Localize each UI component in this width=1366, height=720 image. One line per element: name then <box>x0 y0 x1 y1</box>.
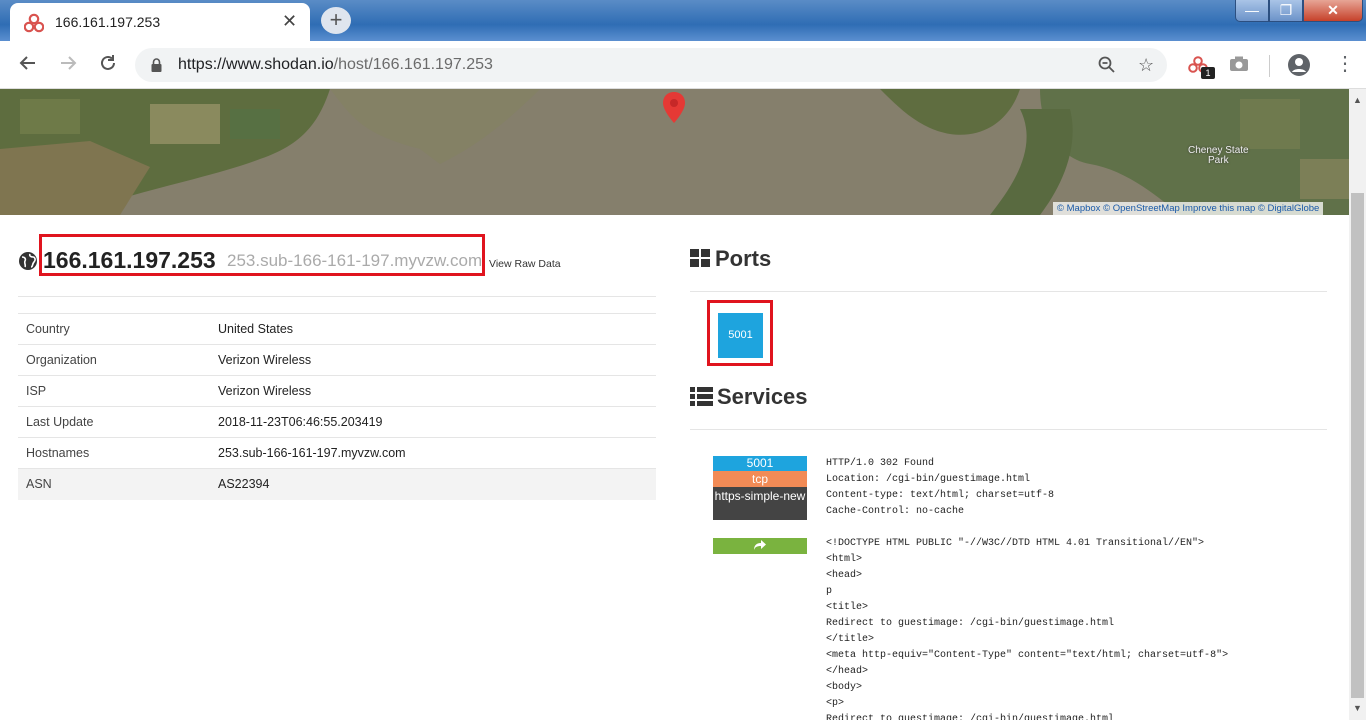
tab-title: 166.161.197.253 <box>55 14 161 30</box>
shodan-extension-icon[interactable]: 1 <box>1188 55 1215 79</box>
bookmark-star-icon[interactable]: ☆ <box>1138 56 1156 74</box>
share-arrow-icon <box>754 540 766 550</box>
window-close-button[interactable]: ✕ <box>1303 0 1363 22</box>
service-module-badge: https-simple-new <box>713 487 807 520</box>
service-protocol-badge: tcp <box>713 471 807 487</box>
list-icon <box>690 387 713 406</box>
table-row: Organization Verizon Wireless <box>18 344 656 376</box>
new-tab-button[interactable]: + <box>321 7 351 34</box>
address-bar[interactable]: https://www.shodan.io/host/166.161.197.2… <box>135 48 1167 82</box>
row-label: Country <box>18 313 210 345</box>
reload-icon[interactable] <box>96 53 120 77</box>
services-divider <box>690 429 1327 430</box>
highlight-box-host <box>39 234 485 276</box>
service-open-link-button[interactable] <box>713 538 807 554</box>
browser-toolbar: https://www.shodan.io/host/166.161.197.2… <box>0 41 1366 89</box>
service-port-badge: 5001 <box>713 456 807 471</box>
ports-title: Ports <box>715 246 772 271</box>
row-label: Last Update <box>18 406 210 438</box>
row-value: Verizon Wireless <box>210 375 656 407</box>
highlight-box-port <box>707 300 773 366</box>
map-attribution[interactable]: © Mapbox © OpenStreetMap Improve this ma… <box>1053 202 1324 215</box>
table-row: ISP Verizon Wireless <box>18 375 656 407</box>
scroll-down-arrow-icon[interactable]: ▼ <box>1353 703 1362 713</box>
map-pin-icon <box>663 92 685 123</box>
grid-icon <box>690 249 710 267</box>
view-raw-data-link[interactable]: View Raw Data <box>489 258 561 270</box>
services-title: Services <box>717 384 808 409</box>
row-label: ISP <box>18 375 210 407</box>
url-host: https://www.shodan.io <box>178 56 334 73</box>
forward-arrow-icon[interactable] <box>56 53 80 77</box>
row-label: ASN <box>18 468 210 500</box>
window-maximize-button[interactable]: ❐ <box>1269 0 1303 22</box>
tab-close-icon[interactable]: ✕ <box>282 11 297 32</box>
row-value[interactable]: 253.sub-166-161-197.myvzw.com <box>210 437 656 469</box>
row-label: Organization <box>18 344 210 376</box>
lock-icon <box>151 58 162 72</box>
host-info-table: Country United States Organization Veriz… <box>18 313 656 500</box>
more-menu-icon[interactable]: ⋮ <box>1335 54 1355 74</box>
row-value: AS22394 <box>210 468 656 500</box>
toolbar-separator <box>1269 55 1270 77</box>
url-text: https://www.shodan.io/host/166.161.197.2… <box>178 56 493 74</box>
table-row: Hostnames 253.sub-166-161-197.myvzw.com <box>18 437 656 469</box>
scroll-up-arrow-icon[interactable]: ▲ <box>1353 95 1362 105</box>
left-divider <box>18 296 656 297</box>
browser-tab-strip: 166.161.197.253 ✕ + — ❐ ✕ <box>0 0 1366 41</box>
globe-icon <box>19 252 37 270</box>
map-place-label: Cheney State Park <box>1188 146 1249 166</box>
row-value: 2018-11-23T06:46:55.203419 <box>210 406 656 438</box>
row-value: Verizon Wireless <box>210 344 656 376</box>
page-scrollbar[interactable]: ▲ ▼ <box>1349 89 1366 720</box>
scrollbar-thumb[interactable] <box>1351 193 1364 698</box>
url-path: /host/166.161.197.253 <box>333 56 493 73</box>
map-banner[interactable]: Cheney State Park © Mapbox © OpenStreetM… <box>0 89 1349 215</box>
back-arrow-icon[interactable] <box>16 53 40 77</box>
row-value: United States <box>210 313 656 345</box>
profile-avatar-icon[interactable] <box>1288 54 1310 76</box>
zoom-icon[interactable] <box>1098 56 1116 74</box>
window-minimize-button[interactable]: — <box>1235 0 1269 22</box>
table-row: ASN AS22394 <box>18 468 656 500</box>
camera-icon[interactable] <box>1229 55 1251 77</box>
service-banner-text: HTTP/1.0 302 Found Location: /cgi-bin/gu… <box>826 458 1229 720</box>
browser-tab[interactable]: 166.161.197.253 ✕ <box>10 3 310 41</box>
ports-heading: Ports <box>690 246 771 272</box>
ports-divider <box>690 291 1327 292</box>
table-row: Last Update 2018-11-23T06:46:55.203419 <box>18 406 656 438</box>
shodan-favicon-icon <box>24 13 44 33</box>
services-heading: Services <box>690 384 808 410</box>
page-viewport: Cheney State Park © Mapbox © OpenStreetM… <box>0 89 1349 720</box>
table-row: Country United States <box>18 313 656 345</box>
map-place-line-2: Park <box>1208 155 1229 166</box>
row-label: Hostnames <box>18 437 210 469</box>
extension-badge: 1 <box>1201 67 1215 79</box>
